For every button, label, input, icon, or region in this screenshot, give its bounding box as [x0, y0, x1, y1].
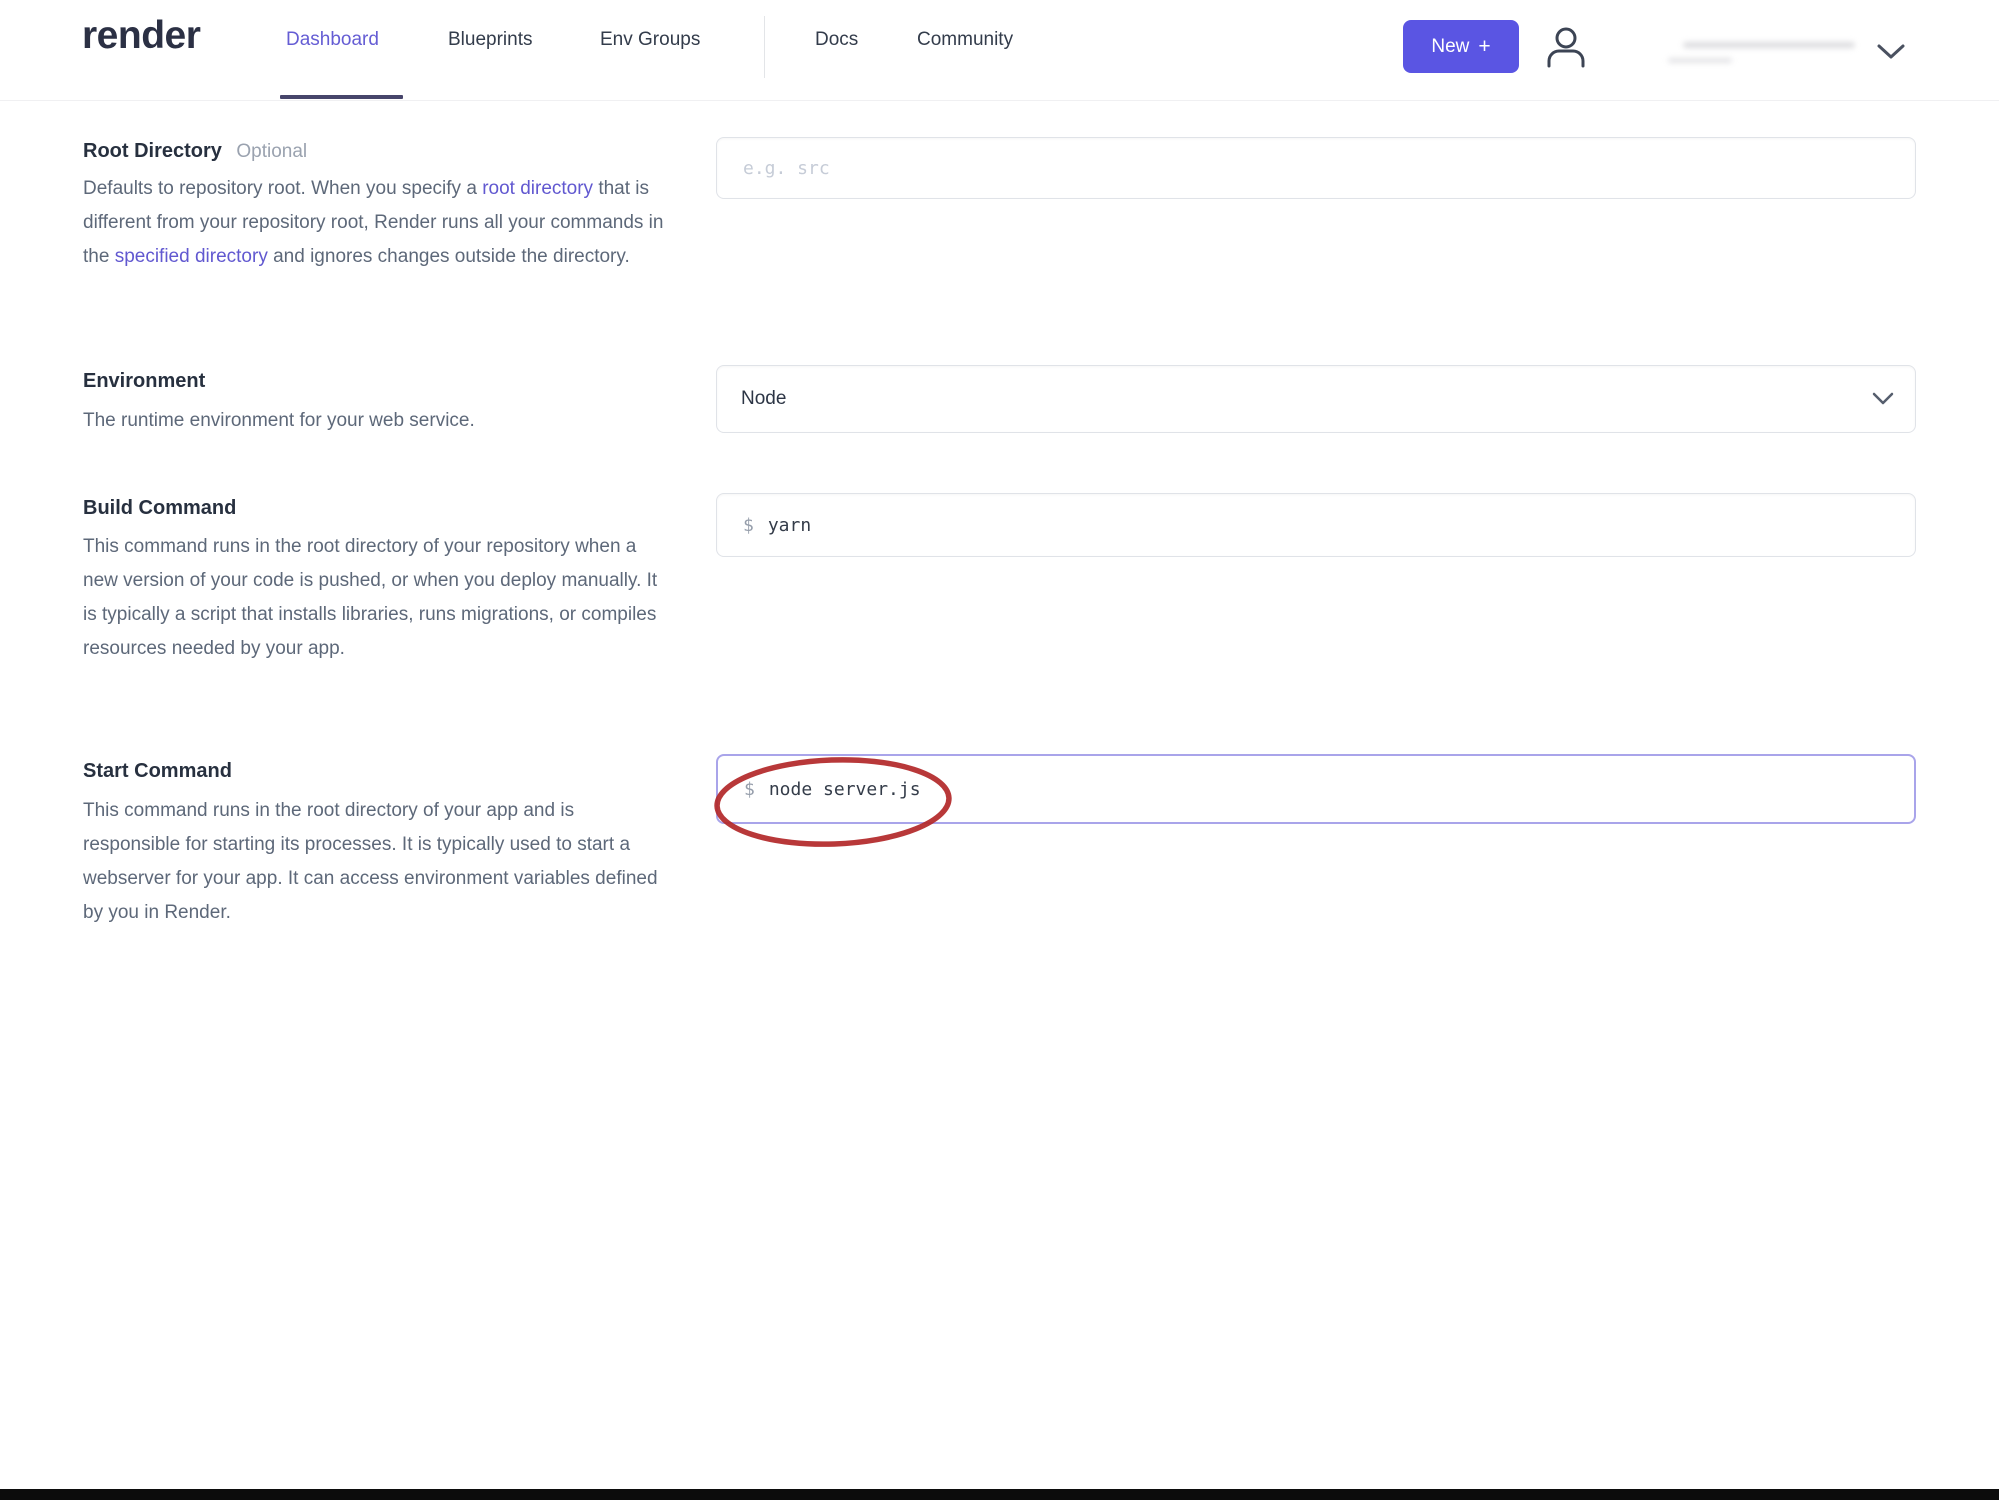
- root-directory-description: Defaults to repository root. When you sp…: [83, 172, 675, 274]
- nav-link-docs[interactable]: Docs: [815, 29, 858, 51]
- build-command-label-row: Build Command: [83, 497, 673, 520]
- nav-tab-dashboard[interactable]: Dashboard: [286, 29, 379, 51]
- root-directory-link[interactable]: root directory: [482, 178, 593, 199]
- root-directory-label: Root Directory: [83, 140, 222, 162]
- root-directory-input[interactable]: [716, 137, 1916, 199]
- active-tab-underline: [280, 95, 403, 99]
- environment-select[interactable]: Node: [716, 365, 1916, 433]
- redacted-account-name: [1683, 42, 1855, 48]
- start-command-label-row: Start Command: [83, 760, 673, 783]
- bottom-edge-bar: [0, 1489, 1999, 1500]
- start-command-input[interactable]: $ node server.js: [716, 754, 1916, 824]
- build-command-value: yarn: [767, 514, 812, 536]
- start-command-description: This command runs in the root directory …: [83, 800, 658, 923]
- desc-text: and ignores changes outside the director…: [267, 246, 630, 267]
- new-button[interactable]: New +: [1403, 20, 1519, 73]
- build-command-label: Build Command: [83, 497, 237, 519]
- specified-directory-link[interactable]: specified directory: [115, 246, 268, 267]
- nav-link-community[interactable]: Community: [917, 29, 1013, 51]
- shell-prompt: $: [743, 514, 754, 536]
- top-navigation-bar: render Dashboard Blueprints Env Groups D…: [0, 0, 1999, 101]
- shell-prompt: $: [744, 778, 755, 800]
- chevron-down-icon[interactable]: [1873, 40, 1909, 64]
- root-directory-label-row: Root Directory Optional: [83, 140, 673, 163]
- render-logo[interactable]: render: [82, 14, 201, 58]
- build-command-input[interactable]: $ yarn: [716, 493, 1916, 557]
- desc-text: Defaults to repository root. When you sp…: [83, 178, 483, 199]
- environment-label-row: Environment: [83, 370, 673, 393]
- nav-tab-blueprints[interactable]: Blueprints: [448, 29, 533, 51]
- environment-description: The runtime environment for your web ser…: [83, 410, 475, 431]
- plus-icon: +: [1478, 35, 1491, 58]
- nav-tab-env-groups[interactable]: Env Groups: [600, 29, 700, 51]
- user-icon[interactable]: [1543, 24, 1589, 72]
- environment-label: Environment: [83, 370, 206, 392]
- environment-selected-value: Node: [741, 388, 787, 409]
- new-button-label: New: [1431, 35, 1470, 57]
- redacted-account-name: [1668, 58, 1732, 63]
- start-command-value: node server.js: [768, 778, 921, 800]
- chevron-down-icon: [1871, 391, 1895, 407]
- nav-divider: [764, 16, 765, 78]
- build-command-description: This command runs in the root directory …: [83, 536, 658, 659]
- start-command-label: Start Command: [83, 760, 232, 782]
- optional-badge: Optional: [236, 141, 308, 162]
